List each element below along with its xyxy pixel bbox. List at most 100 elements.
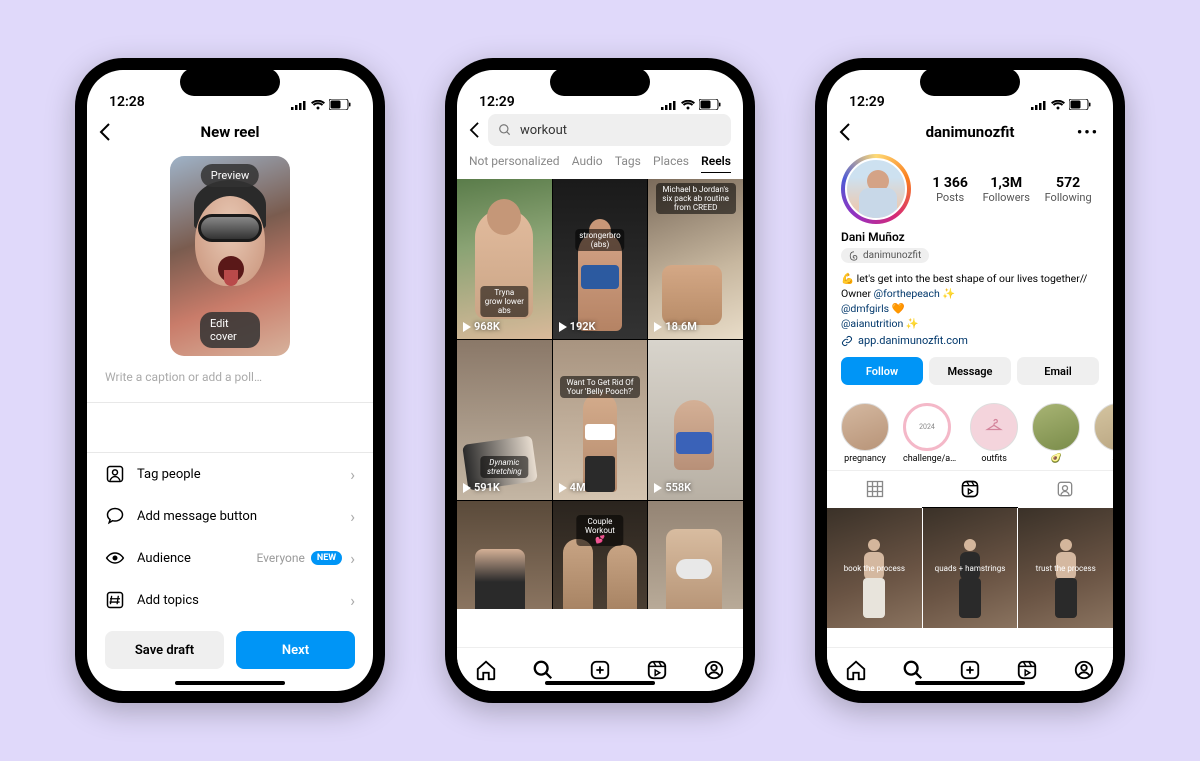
highlight-outfits[interactable]: outfits <box>970 403 1018 464</box>
play-count: 192K <box>559 320 596 333</box>
reels-icon <box>960 479 980 499</box>
tab-places[interactable]: Places <box>653 154 689 173</box>
tile-caption: Couple Workout💕 <box>576 515 623 546</box>
profile-link[interactable]: app.danimunozfit.com <box>841 334 1099 347</box>
wifi-icon <box>681 100 695 110</box>
option-add-topics[interactable]: Add topics › <box>87 579 373 621</box>
reel-tile[interactable]: book the process <box>827 508 922 628</box>
headset-shape <box>676 559 712 579</box>
reel-tile[interactable]: Dynamic stretching 591K <box>457 340 552 500</box>
avatar-body <box>859 188 897 220</box>
back-button[interactable] <box>469 122 480 138</box>
reel-cover-preview[interactable]: Preview Edit cover <box>170 156 290 356</box>
follow-button[interactable]: Follow <box>841 357 923 385</box>
reel-tile[interactable]: Michael b Jordan's six pack ab routine f… <box>648 179 743 339</box>
bio-link-forthepeach[interactable]: @forthepeach <box>874 287 940 300</box>
status-time: 12:28 <box>109 94 145 110</box>
tab-home[interactable] <box>845 659 867 681</box>
tab-create[interactable] <box>589 659 611 681</box>
highlight-challenge[interactable]: 2024 challenge/a… <box>903 403 956 464</box>
play-icon <box>559 322 567 332</box>
threads-link[interactable]: danimunozfit <box>841 248 929 263</box>
preview-badge[interactable]: Preview <box>201 164 259 187</box>
grid-icon <box>865 479 885 499</box>
tab-home[interactable] <box>475 659 497 681</box>
option-add-message[interactable]: Add message button › <box>87 495 373 537</box>
story-ring[interactable] <box>841 154 911 224</box>
status-icons <box>1031 99 1091 110</box>
message-button[interactable]: Message <box>929 357 1011 385</box>
tab-tagged[interactable] <box>1018 471 1113 508</box>
reel-tile[interactable]: 558K <box>648 340 743 500</box>
display-name: Dani Muñoz <box>841 230 1099 244</box>
home-indicator[interactable] <box>175 681 285 685</box>
tab-profile[interactable] <box>1073 659 1095 681</box>
reel-tile[interactable]: strongerbro (abs) 192K <box>553 179 648 339</box>
notch <box>920 68 1020 96</box>
reel-tile[interactable]: Couple Workout💕 <box>553 501 648 609</box>
stat-following[interactable]: 572 Following <box>1045 175 1092 204</box>
save-draft-button[interactable]: Save draft <box>105 631 224 669</box>
more-button[interactable]: ••• <box>1077 123 1099 141</box>
tab-reels[interactable] <box>646 659 668 681</box>
reel-tile[interactable] <box>457 501 552 609</box>
option-label: Add message button <box>137 509 257 524</box>
avatar <box>845 158 907 220</box>
back-button[interactable] <box>99 123 111 141</box>
reel-tile[interactable]: quads + hamstrings <box>923 508 1018 628</box>
notch <box>180 68 280 96</box>
battery-icon <box>329 99 351 110</box>
next-button[interactable]: Next <box>236 631 355 669</box>
tab-reels[interactable] <box>1016 659 1038 681</box>
play-count: 591K <box>463 481 500 494</box>
highlight-more[interactable]: sel <box>1094 403 1113 464</box>
status-icons <box>291 99 351 110</box>
reel-tile[interactable]: Want To Get Rid Of Your 'Belly Pooch?' 4… <box>553 340 648 500</box>
figure-shape-2 <box>607 545 637 609</box>
highlight-food[interactable]: 🥑 <box>1032 403 1080 464</box>
home-indicator[interactable] <box>915 681 1025 685</box>
tab-not-personalized[interactable]: Not personalized <box>469 154 560 173</box>
tagged-icon <box>1055 479 1075 499</box>
tab-audio[interactable]: Audio <box>572 154 603 173</box>
reel-tile[interactable]: Tryna grow lower abs 968K <box>457 179 552 339</box>
caption-input[interactable]: Write a caption or add a poll… <box>87 370 373 402</box>
option-tag-people[interactable]: Tag people › <box>87 453 373 495</box>
highlight-pregnancy[interactable]: pregnancy <box>841 403 889 464</box>
back-button[interactable] <box>839 123 851 141</box>
tab-reels-profile[interactable] <box>922 471 1017 508</box>
search-input[interactable]: workout <box>488 114 731 146</box>
status-time: 12:29 <box>479 94 515 110</box>
play-icon <box>654 483 662 493</box>
nav-bar: danimunozfit ••• <box>827 114 1113 150</box>
hashtag-icon <box>105 590 125 610</box>
tab-search[interactable] <box>902 659 924 681</box>
wifi-icon <box>311 100 325 110</box>
threads-icon <box>849 251 859 261</box>
profile-username: danimunozfit <box>926 123 1015 141</box>
option-audience[interactable]: Audience Everyone NEW › <box>87 537 373 579</box>
bio-link-dmfgirls[interactable]: @dmfgirls <box>841 302 889 315</box>
tab-create[interactable] <box>959 659 981 681</box>
tab-search[interactable] <box>532 659 554 681</box>
edit-cover-button[interactable]: Edit cover <box>200 312 260 348</box>
bio-link-aianutrition[interactable]: @aianutrition <box>841 317 903 330</box>
reel-tile[interactable] <box>648 501 743 609</box>
tab-grid[interactable] <box>827 471 922 508</box>
signal-icon <box>1031 100 1047 110</box>
stat-followers[interactable]: 1,3M Followers <box>983 175 1030 204</box>
reel-tile[interactable]: trust the process <box>1018 508 1113 628</box>
notch <box>550 68 650 96</box>
tab-tags[interactable]: Tags <box>615 154 641 173</box>
tab-reels[interactable]: Reels <box>701 154 731 173</box>
option-label: Audience <box>137 551 191 566</box>
tab-profile[interactable] <box>703 659 725 681</box>
chevron-left-icon <box>469 122 480 138</box>
tile-caption: Tryna grow lower abs <box>481 286 528 317</box>
stat-posts[interactable]: 1 366 Posts <box>932 175 968 204</box>
chevron-right-icon: › <box>350 591 355 610</box>
option-label: Tag people <box>137 467 201 482</box>
email-button[interactable]: Email <box>1017 357 1099 385</box>
shorts-shape <box>581 265 619 289</box>
home-indicator[interactable] <box>545 681 655 685</box>
